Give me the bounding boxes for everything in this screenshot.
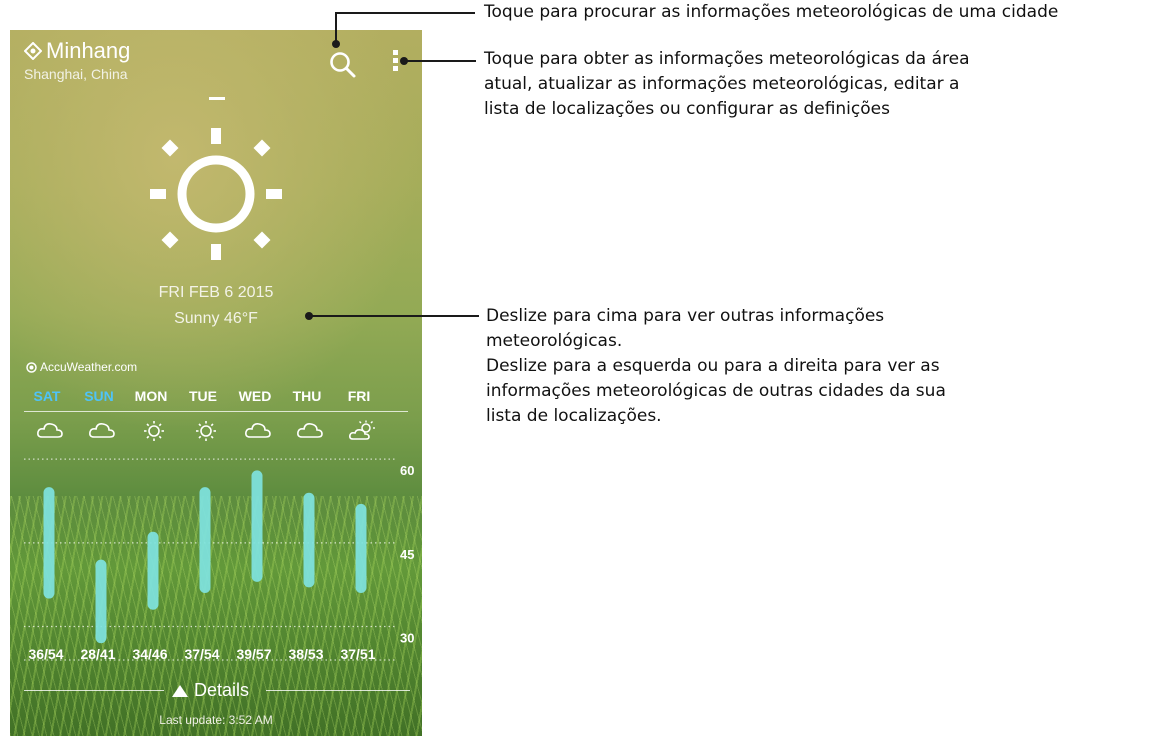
callout-line: Deslize para a esquerda ou para a direit…: [486, 356, 940, 376]
weather-app-screen[interactable]: Minhang Shanghai, China FRI FEB 6 2015 S…: [10, 30, 422, 736]
sunny-icon: [196, 421, 216, 441]
temp-range: 28/41: [80, 646, 116, 662]
provider-logo[interactable]: AccuWeather.com: [26, 360, 137, 374]
city-title: Minhang: [24, 38, 130, 64]
callout-line: lista de localizações.: [486, 406, 662, 426]
forecast-days: SAT SUN MON TUE WED THU FRI: [22, 388, 412, 408]
cloudy-icon: [297, 423, 323, 438]
temp-range: 37/54: [184, 646, 220, 662]
temp-range: 37/51: [340, 646, 376, 662]
temp-range: 36/54: [28, 646, 64, 662]
menu-callout: Toque para obter as informações meteorol…: [484, 47, 970, 122]
callout-leader: [404, 60, 476, 62]
current-condition: Sunny 46°F: [174, 310, 258, 327]
region-name: Shanghai, China: [24, 66, 128, 82]
y-tick-label: 30: [400, 631, 414, 646]
provider-name: AccuWeather.com: [40, 360, 138, 374]
city-name: Minhang: [46, 38, 131, 63]
divider: [24, 690, 164, 691]
swipe-callout: Deslize para cima para ver outras inform…: [486, 304, 946, 429]
y-tick-label: 60: [400, 463, 414, 478]
callout-line: Toque para obter as informações meteorol…: [484, 49, 970, 69]
sunny-icon: [144, 421, 164, 441]
last-update-text: Last update: 3:52 AM: [159, 713, 273, 727]
temp-range: 34/46: [132, 646, 168, 662]
search-callout: Toque para procurar as informações meteo…: [484, 2, 1059, 22]
accuweather-sun-icon: [26, 361, 37, 373]
divider: [24, 411, 408, 412]
pull-indicator: [209, 97, 225, 100]
callout-leader: [309, 315, 479, 317]
callout-line: atual, atualizar as informações meteorol…: [484, 74, 960, 94]
day-label[interactable]: SUN: [74, 388, 124, 404]
callout-line: Deslize para cima para ver outras inform…: [486, 306, 885, 326]
day-label[interactable]: FRI: [334, 388, 384, 404]
day-label[interactable]: THU: [282, 388, 332, 404]
location-icon: [24, 42, 42, 60]
temp-range: 39/57: [236, 646, 272, 662]
day-label[interactable]: TUE: [178, 388, 228, 404]
current-date: FRI FEB 6 2015: [158, 284, 274, 301]
cloudy-icon: [245, 423, 271, 438]
search-icon[interactable]: [328, 50, 358, 80]
temp-range: 38/53: [288, 646, 324, 662]
day-label[interactable]: WED: [230, 388, 280, 404]
more-options-icon[interactable]: [388, 50, 402, 78]
callout-line: meteorológicas.: [486, 331, 623, 351]
callout-leader: [335, 12, 475, 14]
y-tick-label: 45: [400, 547, 414, 562]
callout-leader: [335, 12, 337, 43]
callout-dot: [332, 40, 340, 48]
arrow-up-icon: [172, 684, 188, 697]
details-button[interactable]: Details: [24, 680, 410, 702]
callout-line: informações meteorológicas de outras cid…: [486, 381, 946, 401]
partly-sunny-icon: [349, 420, 375, 440]
details-text: Details: [194, 680, 250, 700]
sunny-weather-icon: [150, 128, 282, 260]
cloudy-icon: [89, 423, 115, 438]
divider: [266, 690, 410, 691]
callout-line: lista de localizações ou configurar as d…: [484, 99, 890, 119]
details-label: Details: [172, 680, 249, 701]
temperature-chart: 60 45 30: [24, 458, 414, 661]
forecast-temps: 36/54 28/41 34/46 37/54 39/57 38/53 37/5…: [22, 646, 412, 666]
cloudy-icon: [37, 423, 63, 438]
day-label[interactable]: MON: [126, 388, 176, 404]
day-label[interactable]: SAT: [22, 388, 72, 404]
